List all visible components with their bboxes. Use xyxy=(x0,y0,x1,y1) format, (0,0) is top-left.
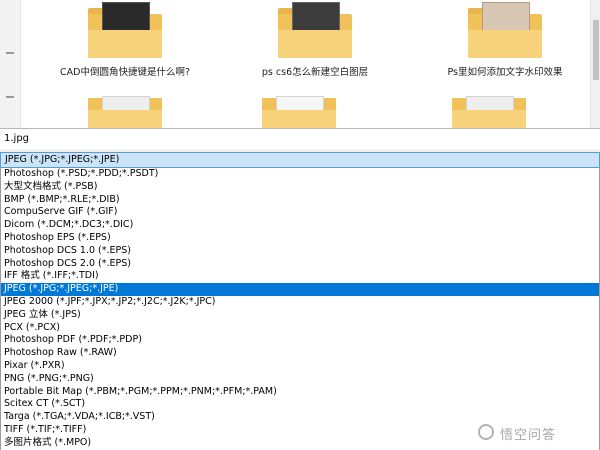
format-option[interactable]: CompuServe GIF (*.GIF) xyxy=(1,206,599,219)
format-option[interactable]: Portable Bit Map (*.PBM;*.PGM;*.PPM;*.PN… xyxy=(1,386,599,399)
splitter-grip xyxy=(6,96,14,98)
format-option[interactable]: PCX (*.PCX) xyxy=(1,322,599,335)
watermark-logo-icon xyxy=(478,424,494,440)
folder-icon xyxy=(468,2,542,58)
file-item[interactable]: ps cs6怎么新建空白图层 xyxy=(240,2,390,78)
file-name: Ps里如何添加文字水印效果 xyxy=(447,67,563,78)
filename-input[interactable] xyxy=(2,131,594,146)
format-option[interactable]: IFF 格式 (*.IFF;*.TDI) xyxy=(1,270,599,283)
format-option[interactable]: 大型文档格式 (*.PSB) xyxy=(1,181,599,194)
folder-icon xyxy=(278,2,352,58)
format-option[interactable]: Targa (*.TGA;*.VDA;*.ICB;*.VST) xyxy=(1,411,599,424)
file-browser: CAD中倒圆角快捷键是什么啊? ps cs6怎么新建空白图层 Ps里如何添加文字… xyxy=(0,0,600,128)
format-option[interactable]: JPEG 立体 (*.JPS) xyxy=(1,309,599,322)
folder-icon xyxy=(88,2,162,58)
file-item[interactable]: CAD中倒圆角快捷键是什么啊? xyxy=(50,2,200,78)
format-option[interactable]: Pixar (*.PXR) xyxy=(1,360,599,373)
format-option[interactable]: Photoshop (*.PSD;*.PDD;*.PSDT) xyxy=(1,168,599,181)
folder-icon[interactable] xyxy=(452,94,526,128)
watermark: 悟空问答 xyxy=(478,424,596,443)
format-option[interactable]: Photoshop DCS 1.0 (*.EPS) xyxy=(1,245,599,258)
file-name: ps cs6怎么新建空白图层 xyxy=(261,67,369,78)
file-name: CAD中倒圆角快捷键是什么啊? xyxy=(60,67,190,78)
scrollbar-thumb[interactable] xyxy=(593,20,599,80)
format-option-selected[interactable]: JPEG (*.JPG;*.JPEG;*.JPE) xyxy=(1,283,599,296)
vertical-scrollbar[interactable] xyxy=(590,0,600,128)
format-option[interactable]: Photoshop EPS (*.EPS) xyxy=(1,232,599,245)
format-dropdown-list[interactable]: Photoshop (*.PSD;*.PDD;*.PSDT) 大型文档格式 (*.… xyxy=(0,168,600,450)
folder-icon[interactable] xyxy=(88,94,162,128)
format-select[interactable]: JPEG (*.JPG;*.JPEG;*.JPE) xyxy=(0,152,600,168)
folder-icon[interactable] xyxy=(262,94,336,128)
splitter-grip xyxy=(6,52,14,54)
watermark-text: 悟空问答 xyxy=(500,428,557,443)
format-option[interactable]: Photoshop PDF (*.PDF;*.PDP) xyxy=(1,334,599,347)
format-option[interactable]: PNG (*.PNG;*.PNG) xyxy=(1,373,599,386)
format-option[interactable]: Photoshop Raw (*.RAW) xyxy=(1,347,599,360)
format-select-value: JPEG (*.JPG;*.JPEG;*.JPE) xyxy=(5,154,120,165)
format-option[interactable]: Dicom (*.DCM;*.DC3;*.DIC) xyxy=(1,219,599,232)
format-option[interactable]: Scitex CT (*.SCT) xyxy=(1,398,599,411)
format-option[interactable]: JPEG 2000 (*.JPF;*.JPX;*.JP2;*.J2C;*.J2K… xyxy=(1,296,599,309)
filename-row xyxy=(0,128,600,150)
format-option[interactable]: BMP (*.BMP;*.RLE;*.DIB) xyxy=(1,194,599,207)
navigation-pane-edge xyxy=(0,0,21,128)
format-option[interactable]: Photoshop DCS 2.0 (*.EPS) xyxy=(1,258,599,271)
file-item[interactable]: Ps里如何添加文字水印效果 xyxy=(430,2,580,78)
